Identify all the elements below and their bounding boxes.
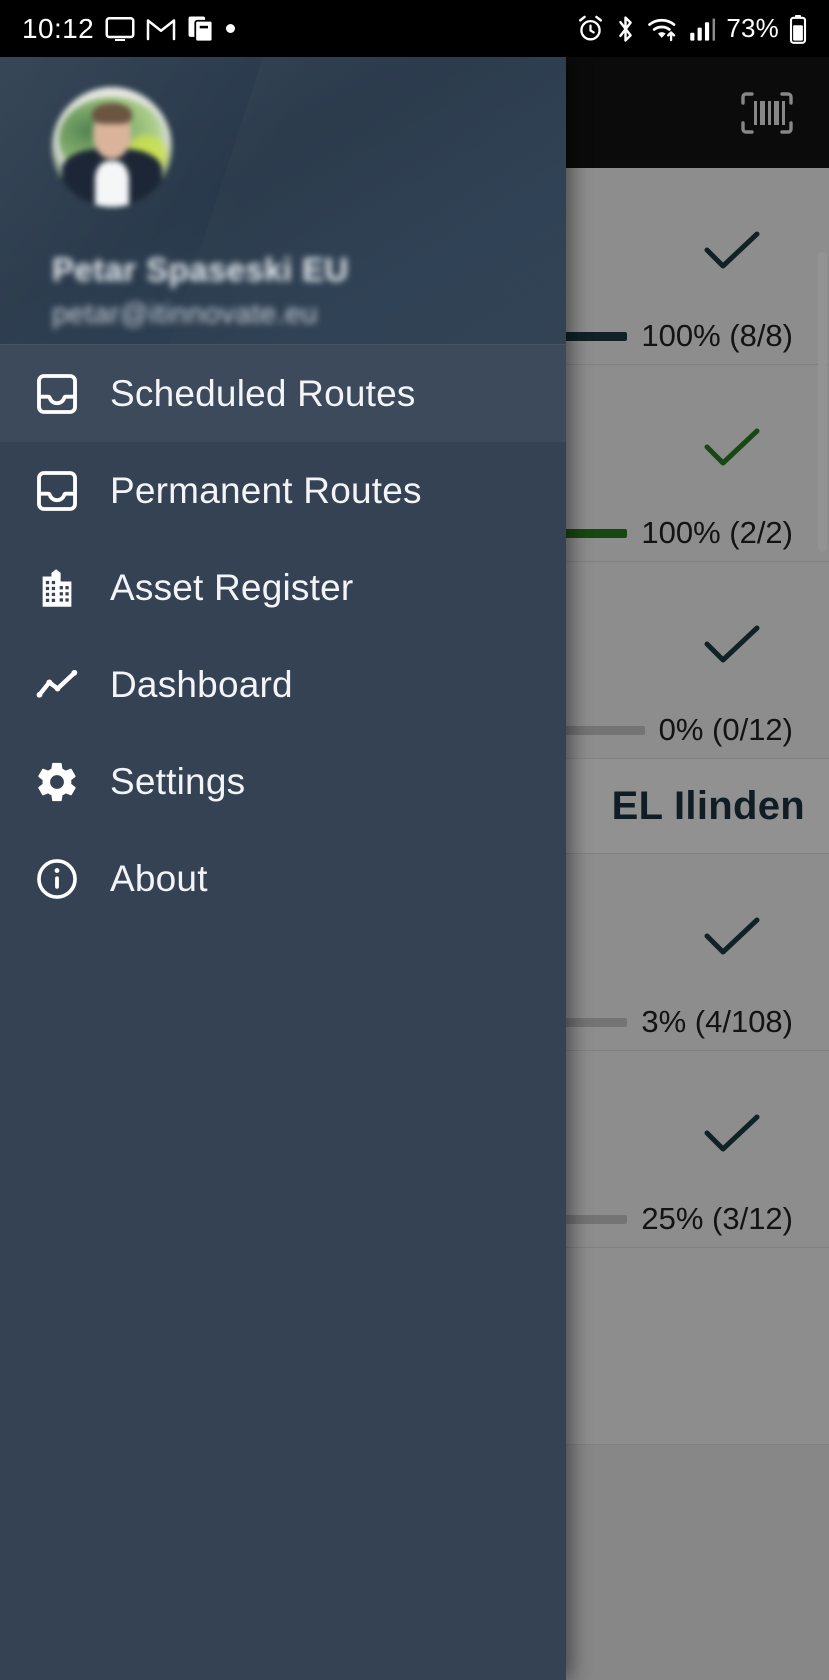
- sidebar-item-settings[interactable]: Settings: [0, 733, 566, 830]
- sidebar-item-scheduled-routes[interactable]: Scheduled Routes: [0, 345, 566, 442]
- gear-icon: [32, 759, 110, 805]
- files-copy-icon: [187, 15, 215, 43]
- sidebar-item-label: Dashboard: [110, 663, 293, 705]
- dot-icon: [226, 24, 236, 33]
- inbox-icon: [32, 468, 110, 514]
- battery-percent-label: 73%: [726, 13, 779, 43]
- sidebar-item-label: Settings: [110, 760, 246, 802]
- bluetooth-icon: [614, 15, 637, 43]
- battery-icon: [789, 14, 807, 44]
- cast-screen-icon: [105, 16, 135, 42]
- wifi-icon: [647, 15, 679, 42]
- sidebar-item-label: Asset Register: [110, 566, 354, 608]
- status-bar-clock: 10:12: [22, 12, 95, 44]
- line-chart-icon: [32, 662, 110, 708]
- sidebar-item-label: Permanent Routes: [110, 469, 422, 511]
- sidebar-item-label: Scheduled Routes: [110, 372, 416, 414]
- sidebar-item-asset-register[interactable]: Asset Register: [0, 539, 566, 636]
- drawer-menu: Scheduled Routes Permanent Routes Asset …: [0, 345, 566, 927]
- alarm-icon: [577, 15, 604, 42]
- user-email: petar@itinnovate.eu: [52, 298, 318, 330]
- drawer-header: Petar Spaseski EU petar@itinnovate.eu: [0, 57, 566, 344]
- info-circle-icon: [32, 856, 110, 902]
- sidebar-item-about[interactable]: About: [0, 830, 566, 927]
- gmail-icon: [146, 16, 176, 42]
- cellular-signal-icon: [689, 16, 716, 42]
- sidebar-item-dashboard[interactable]: Dashboard: [0, 636, 566, 733]
- navigation-drawer: Petar Spaseski EU petar@itinnovate.eu Sc…: [0, 57, 566, 1680]
- avatar[interactable]: [52, 87, 172, 207]
- sidebar-item-permanent-routes[interactable]: Permanent Routes: [0, 442, 566, 539]
- user-name: Petar Spaseski EU: [52, 251, 349, 288]
- inbox-icon: [32, 371, 110, 417]
- building-icon: [32, 565, 110, 611]
- status-bar: 10:12 73%: [0, 0, 829, 57]
- sidebar-item-label: About: [110, 857, 208, 899]
